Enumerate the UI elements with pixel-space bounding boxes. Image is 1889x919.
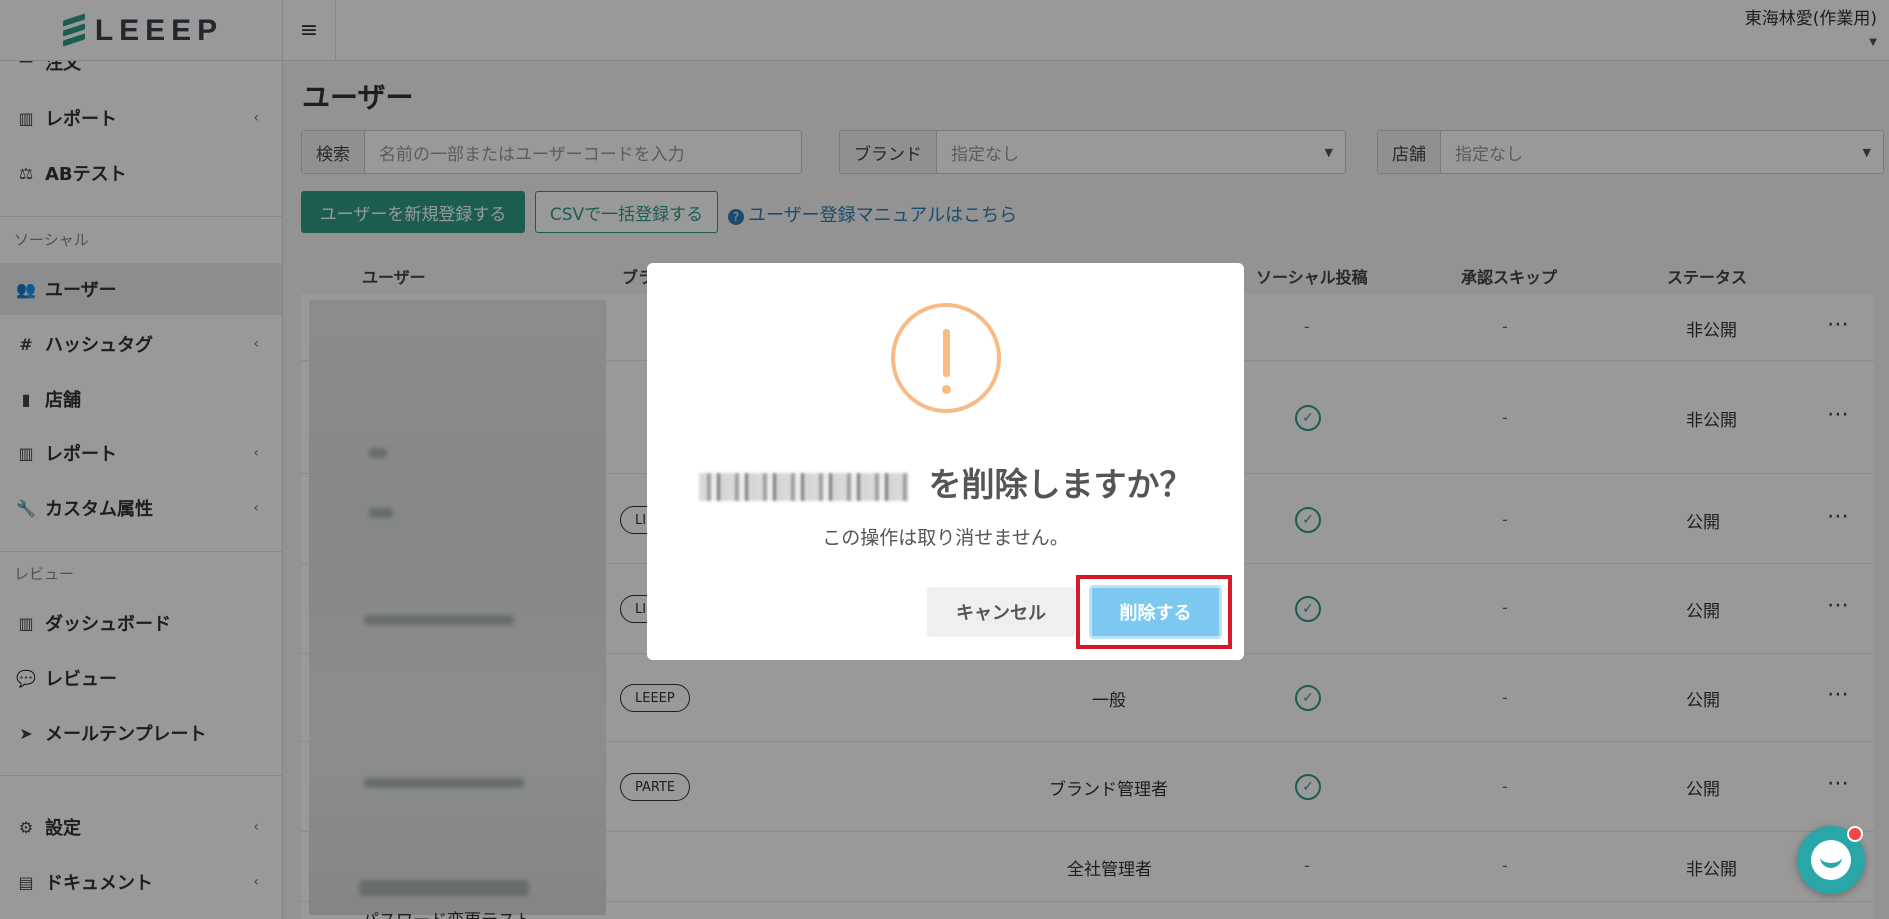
warning-icon — [891, 303, 1001, 413]
highlight-annotation — [1076, 575, 1232, 649]
chat-icon — [1811, 840, 1851, 880]
cancel-button[interactable]: キャンセル — [927, 587, 1075, 637]
chat-widget-button[interactable] — [1797, 826, 1865, 894]
notification-badge — [1847, 826, 1863, 842]
blurred-username — [698, 472, 909, 501]
dialog-title: を削除しますか？ — [647, 458, 1244, 506]
dialog-subtitle: この操作は取り消せません。 — [822, 527, 1069, 549]
